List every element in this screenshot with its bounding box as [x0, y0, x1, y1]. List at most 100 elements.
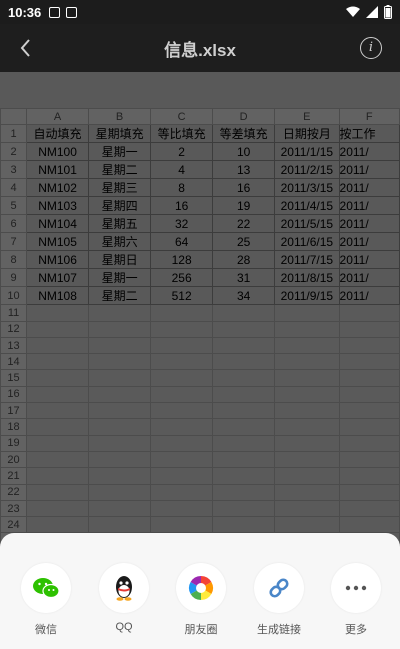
table-cell[interactable] [150, 385, 214, 404]
table-cell[interactable] [26, 499, 90, 518]
row-number[interactable]: 2 [0, 142, 28, 162]
table-cell[interactable] [26, 483, 90, 501]
table-cell[interactable]: 2011/ [338, 250, 400, 270]
table-cell[interactable]: 2011/4/15 [274, 196, 340, 216]
table-cell[interactable]: 512 [150, 286, 214, 306]
table-cell[interactable] [212, 336, 276, 355]
table-cell[interactable]: 2011/5/15 [274, 214, 340, 234]
table-cell[interactable] [88, 385, 152, 404]
row-number[interactable]: 22 [0, 483, 28, 501]
table-cell[interactable]: 星期一 [88, 142, 152, 162]
table-cell[interactable] [150, 483, 214, 501]
table-cell[interactable]: 按工作 [338, 124, 400, 144]
table-cell[interactable] [212, 516, 276, 534]
table-cell[interactable]: 25 [212, 232, 276, 252]
table-cell[interactable] [26, 418, 90, 436]
table-cell[interactable] [26, 450, 90, 469]
table-cell[interactable] [150, 304, 214, 322]
table-cell[interactable]: 128 [150, 250, 214, 270]
table-cell[interactable]: 16 [212, 178, 276, 198]
table-cell[interactable]: 31 [212, 268, 276, 288]
table-cell[interactable]: NM105 [26, 232, 90, 252]
table-cell[interactable]: 日期按月 [274, 124, 340, 144]
table-cell[interactable] [88, 418, 152, 436]
table-cell[interactable]: 等比填充 [150, 124, 214, 144]
table-cell[interactable] [212, 499, 276, 518]
row-number[interactable]: 1 [0, 124, 28, 144]
table-cell[interactable] [338, 483, 400, 501]
table-cell[interactable]: 28 [212, 250, 276, 270]
table-cell[interactable]: 4 [150, 160, 214, 180]
table-cell[interactable]: NM106 [26, 250, 90, 270]
share-more-button[interactable]: 更多 [326, 563, 386, 637]
table-cell[interactable] [274, 320, 340, 338]
table-cell[interactable] [88, 499, 152, 518]
table-cell[interactable] [212, 418, 276, 436]
table-cell[interactable]: NM107 [26, 268, 90, 288]
row-number[interactable]: 17 [0, 402, 28, 420]
table-cell[interactable]: 2011/ [338, 178, 400, 198]
table-cell[interactable] [88, 336, 152, 355]
table-cell[interactable] [150, 320, 214, 338]
table-cell[interactable]: 2011/8/15 [274, 268, 340, 288]
table-cell[interactable] [338, 369, 400, 387]
table-cell[interactable] [338, 450, 400, 469]
table-cell[interactable] [26, 402, 90, 420]
table-cell[interactable] [26, 336, 90, 355]
table-cell[interactable] [274, 499, 340, 518]
table-cell[interactable]: 星期五 [88, 214, 152, 234]
table-cell[interactable] [338, 402, 400, 420]
table-cell[interactable]: 星期日 [88, 250, 152, 270]
table-cell[interactable] [212, 353, 276, 371]
row-number[interactable]: 20 [0, 450, 28, 469]
table-cell[interactable]: 星期二 [88, 286, 152, 306]
table-cell[interactable]: 2011/6/15 [274, 232, 340, 252]
table-cell[interactable] [274, 369, 340, 387]
row-number[interactable]: 18 [0, 418, 28, 436]
table-cell[interactable] [212, 304, 276, 322]
table-cell[interactable] [212, 402, 276, 420]
table-cell[interactable]: NM102 [26, 178, 90, 198]
row-number[interactable]: 15 [0, 369, 28, 387]
table-cell[interactable] [274, 402, 340, 420]
column-header[interactable]: D [212, 107, 276, 126]
table-cell[interactable] [338, 499, 400, 518]
table-cell[interactable]: 星期填充 [88, 124, 152, 144]
table-cell[interactable]: 2011/ [338, 196, 400, 216]
table-cell[interactable] [26, 304, 90, 322]
share-wechat-button[interactable]: 微信 [16, 563, 76, 637]
table-cell[interactable] [274, 304, 340, 322]
table-cell[interactable] [274, 516, 340, 534]
row-number[interactable]: 8 [0, 250, 28, 270]
table-cell[interactable] [150, 467, 214, 485]
table-cell[interactable] [88, 353, 152, 371]
table-cell[interactable]: 2011/ [338, 214, 400, 234]
table-cell[interactable]: 星期一 [88, 268, 152, 288]
table-cell[interactable] [88, 402, 152, 420]
table-cell[interactable] [338, 434, 400, 452]
table-cell[interactable] [150, 353, 214, 371]
row-number[interactable]: 5 [0, 196, 28, 216]
table-cell[interactable] [150, 369, 214, 387]
table-cell[interactable]: 19 [212, 196, 276, 216]
share-link-button[interactable]: 生成链接 [249, 563, 309, 637]
table-cell[interactable] [338, 418, 400, 436]
table-cell[interactable] [212, 320, 276, 338]
row-number[interactable]: 24 [0, 516, 28, 534]
table-cell[interactable] [274, 385, 340, 404]
table-cell[interactable] [274, 450, 340, 469]
table-cell[interactable] [274, 434, 340, 452]
table-cell[interactable] [150, 450, 214, 469]
table-cell[interactable] [212, 369, 276, 387]
table-cell[interactable]: 2011/3/15 [274, 178, 340, 198]
table-cell[interactable] [88, 467, 152, 485]
table-cell[interactable] [338, 467, 400, 485]
row-number[interactable]: 23 [0, 499, 28, 518]
table-cell[interactable] [26, 385, 90, 404]
column-header[interactable]: F [338, 107, 400, 126]
table-cell[interactable]: 星期四 [88, 196, 152, 216]
row-number[interactable]: 10 [0, 286, 28, 306]
table-cell[interactable] [274, 336, 340, 355]
table-cell[interactable] [338, 304, 400, 322]
table-cell[interactable]: 2011/7/15 [274, 250, 340, 270]
